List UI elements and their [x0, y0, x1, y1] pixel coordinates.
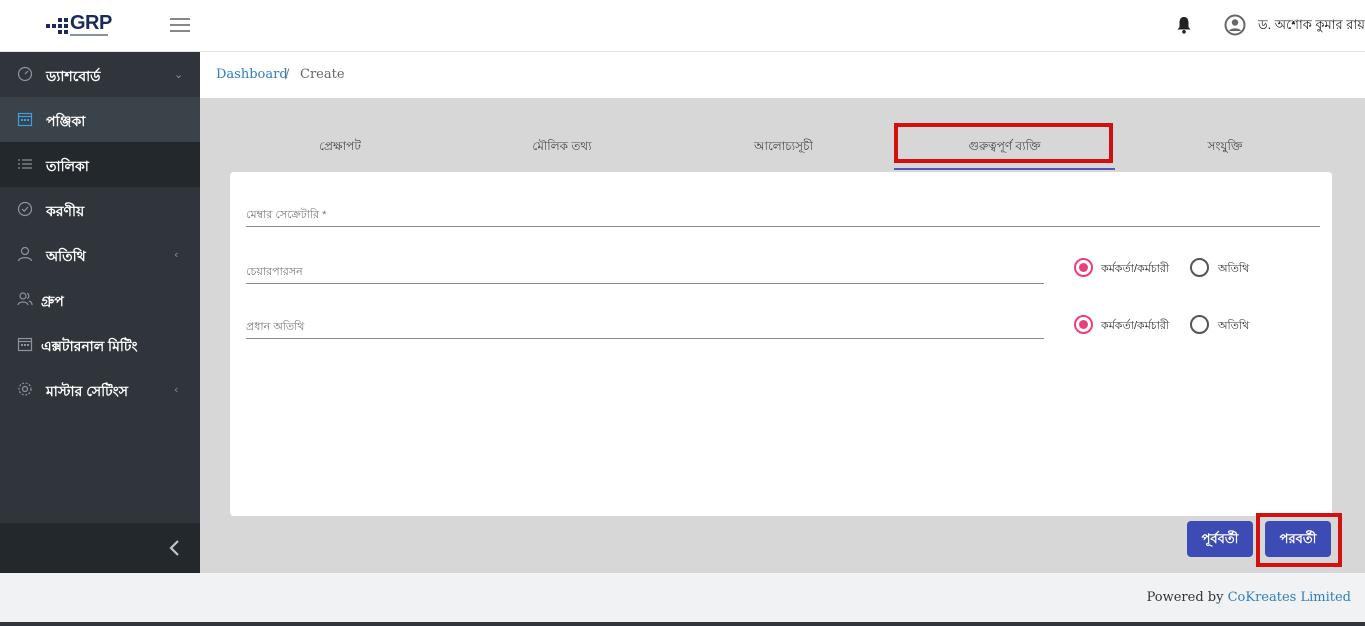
radio-label: অতিথি [1218, 263, 1250, 275]
member-secretary-input[interactable] [246, 226, 1320, 227]
sidebar: ড্যাশবোর্ড ⌄ পঞ্জিকা তালিকা করণীয় অতিথি… [0, 52, 200, 573]
sidebar-item-label: তালিকা [46, 158, 89, 174]
tab-attachments[interactable]: সংযুক্তি [1115, 126, 1335, 170]
previous-button[interactable]: পূর্ববর্তী [1187, 521, 1253, 557]
chevron-left-icon: ‹ [174, 383, 179, 396]
breadcrumb-current: Create [300, 67, 345, 82]
sidebar-item-master-settings[interactable]: মাস্টার সেটিংস ‹ [0, 367, 200, 412]
chairperson-label: চেয়ারপারসন [246, 266, 303, 278]
chevron-left-icon: ‹ [174, 248, 179, 261]
radio-label: কর্মকর্তা/কর্মচারী [1101, 263, 1170, 275]
chairperson-input[interactable] [246, 283, 1044, 284]
chairperson-radio-guest[interactable] [1190, 258, 1209, 277]
speedometer-icon [17, 66, 33, 82]
menu-toggle-icon[interactable] [170, 17, 190, 33]
company-link[interactable]: CoKreates Limited [1228, 590, 1351, 605]
check-circle-icon [17, 201, 33, 217]
user-icon [17, 246, 33, 262]
sidebar-item-external-meeting[interactable]: এক্সটারনাল মিটিং [0, 322, 200, 367]
tab-context[interactable]: প্রেক্ষাপট [230, 126, 450, 170]
form-card: মেম্বার সেক্রেটারি * চেয়ারপারসন কর্মকর্… [230, 172, 1332, 516]
tab-label: প্রেক্ষাপট [319, 139, 361, 153]
breadcrumb: Dashboard / Create [200, 52, 1365, 99]
calendar-icon [17, 112, 33, 127]
user-name[interactable]: ড. অশোক কুমার রায় [1258, 16, 1365, 37]
logo-text: GRP [70, 12, 112, 34]
gear-icon [18, 382, 32, 396]
sidebar-item-label: গ্রুপ [41, 293, 64, 309]
sidebar-item-label: অতিথি [46, 248, 86, 264]
tab-label: সংযুক্তি [1207, 139, 1243, 153]
footer: Powered by CoKreates Limited [0, 573, 1365, 623]
sidebar-item-dashboard[interactable]: ড্যাশবোর্ড ⌄ [0, 52, 200, 97]
calendar-grid-icon [17, 337, 33, 352]
chairperson-radio-officer[interactable] [1074, 258, 1093, 277]
sidebar-item-label: করণীয় [46, 203, 85, 219]
radio-label: কর্মকর্তা/কর্মচারী [1101, 320, 1170, 332]
tab-basic-info[interactable]: মৌলিক তথ্য [451, 126, 673, 170]
main-content: প্রেক্ষাপট মৌলিক তথ্য আলোচ্যসূচী গুরুত্ব… [200, 99, 1365, 573]
chevron-down-icon: ⌄ [174, 68, 184, 81]
chief-guest-label: প্রধান অতিথি [246, 321, 305, 333]
breadcrumb-dashboard-link[interactable]: Dashboard [216, 67, 288, 82]
tab-label: আলোচ্যসূচী [753, 139, 814, 153]
user-avatar-icon[interactable] [1224, 14, 1246, 36]
chief-guest-radio-officer[interactable] [1074, 315, 1093, 334]
notification-bell-icon[interactable] [1175, 15, 1193, 35]
footer-credit: Powered by CoKreates Limited [1147, 590, 1351, 605]
sidebar-item-label: ড্যাশবোর্ড [46, 68, 101, 84]
breadcrumb-separator: / [285, 67, 290, 82]
next-button-highlight-box [1256, 513, 1342, 567]
chevron-left-icon [169, 540, 179, 556]
sidebar-item-list[interactable]: তালিকা [0, 142, 200, 187]
sidebar-collapse-button[interactable] [0, 523, 200, 573]
top-header: GRP ড. অশোক কুমার রায় [0, 0, 1365, 52]
grp-logo[interactable]: GRP [46, 12, 112, 40]
member-secretary-label: মেম্বার সেক্রেটারি * [246, 209, 327, 221]
logo-tagline [70, 34, 108, 36]
sidebar-item-todo[interactable]: করণীয় [0, 187, 200, 232]
bottom-strip [0, 622, 1365, 626]
logo-mark [46, 16, 68, 36]
sidebar-item-guest[interactable]: অতিথি ‹ [0, 232, 200, 277]
tab-highlight-box [894, 123, 1113, 163]
users-icon [17, 292, 33, 306]
list-icon [18, 159, 32, 169]
radio-label: অতিথি [1218, 320, 1250, 332]
chief-guest-radio-guest[interactable] [1190, 315, 1209, 334]
sidebar-item-label: মাস্টার সেটিংস [46, 383, 129, 399]
tab-label: মৌলিক তথ্য [532, 139, 592, 153]
tab-agenda[interactable]: আলোচ্যসূচী [673, 126, 894, 170]
chief-guest-input[interactable] [246, 338, 1044, 339]
sidebar-item-group[interactable]: গ্রুপ [0, 277, 200, 322]
sidebar-item-label: এক্সটারনাল মিটিং [41, 338, 138, 354]
sidebar-item-calendar[interactable]: পঞ্জিকা [0, 97, 200, 142]
sidebar-item-label: পঞ্জিকা [46, 113, 86, 129]
powered-by-text: Powered by [1146, 590, 1224, 605]
